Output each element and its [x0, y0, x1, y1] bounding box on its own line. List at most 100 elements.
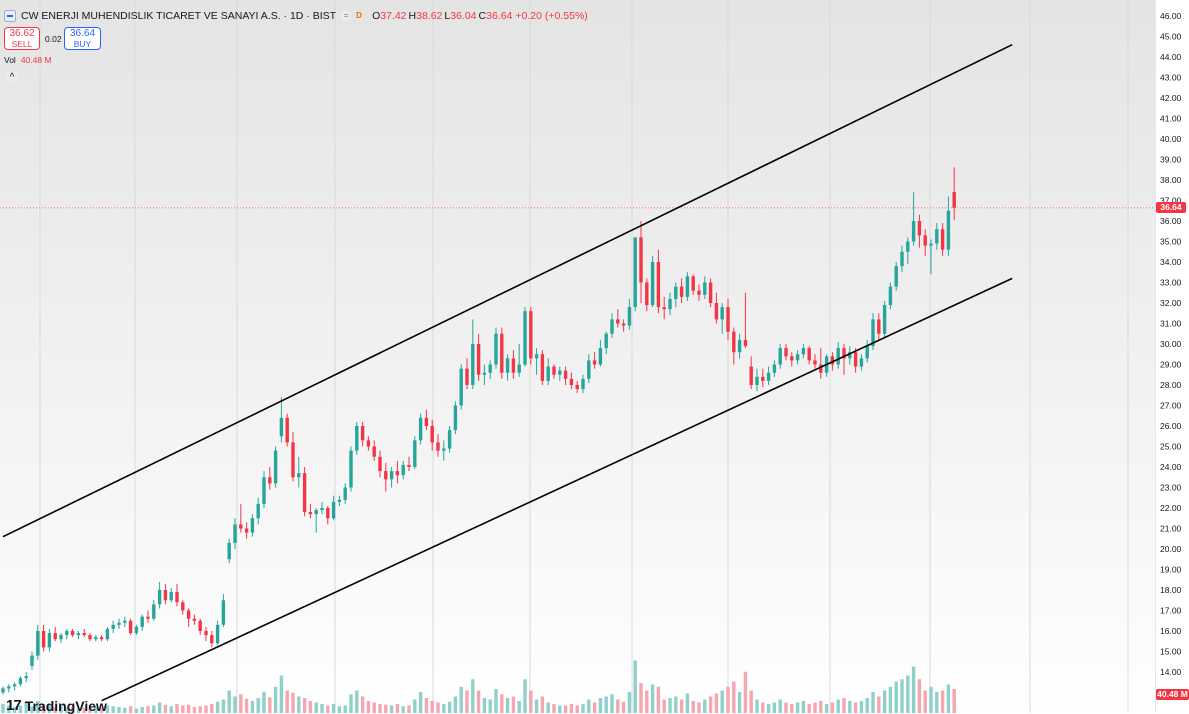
volume-bar [853, 702, 858, 713]
candle-body [221, 600, 226, 625]
candle-body [558, 370, 562, 375]
price-tick-label: 32.00 [1160, 298, 1182, 308]
volume-bar [1, 704, 5, 713]
volume-bar [337, 706, 342, 713]
candle-body [442, 448, 446, 451]
volume-bar [923, 690, 927, 713]
volume-bar [935, 692, 939, 713]
volume-bar [772, 702, 777, 713]
candle-body [407, 464, 411, 467]
volume-bar [784, 702, 788, 713]
price-tick-label: 34.00 [1160, 257, 1182, 267]
volume-bar [146, 706, 150, 713]
candle-body [146, 616, 150, 619]
volume-bar [389, 705, 394, 713]
candle-body [761, 376, 765, 381]
sell-button[interactable]: 36.62 SELL [4, 27, 40, 50]
volume-bar [297, 696, 301, 713]
candle-body [772, 364, 777, 373]
candle-body [592, 360, 597, 365]
price-tick-label: 41.00 [1160, 114, 1182, 124]
volume-bar [807, 704, 811, 713]
candle-body [82, 633, 86, 636]
change-value: +0.20 (+0.55%) [515, 10, 588, 22]
volume-bar [598, 698, 603, 713]
spread-value: 0.02 [45, 34, 62, 44]
candle-body [59, 635, 63, 640]
volume-bar [453, 696, 458, 713]
buy-label: BUY [73, 39, 92, 49]
volume-bar [471, 679, 475, 713]
price-tick-label: 45.00 [1160, 32, 1182, 42]
candle-body [1, 688, 5, 693]
volume-bar [186, 704, 191, 713]
price-tick-label: 26.00 [1160, 421, 1182, 431]
volume-bar [819, 701, 823, 713]
candle-body [720, 307, 724, 320]
volume-bar [679, 699, 684, 713]
volume-tag: 40.48 M [1156, 689, 1189, 700]
volume-label: Vol [4, 55, 16, 65]
candle-body [540, 354, 545, 381]
candle-body [650, 262, 655, 306]
price-chart[interactable] [0, 0, 1155, 713]
volume-bar [848, 701, 852, 713]
price-tick-label: 44.00 [1160, 52, 1182, 62]
volume-bar [494, 689, 498, 713]
volume-bar [279, 675, 284, 713]
collapse-chevron-icon[interactable]: ^ [6, 72, 18, 84]
equals-icon[interactable]: = [341, 11, 352, 21]
volume-bar [563, 705, 568, 713]
candle-body [314, 510, 318, 515]
price-tick-label: 24.00 [1160, 462, 1182, 472]
volume-bar [546, 702, 550, 713]
candle-body [569, 378, 574, 385]
candle-body [250, 518, 255, 533]
candle-body [877, 319, 881, 334]
candle-body [70, 631, 75, 636]
volume-bar [430, 701, 434, 713]
price-axis[interactable]: 46.00 45.00 44.00 43.00 42.00 41.00 40.00 39.00… [1155, 0, 1189, 713]
volume-bar [871, 692, 875, 713]
dividend-badge[interactable]: D [354, 11, 364, 21]
price-tick-label: 28.00 [1160, 380, 1182, 390]
candle-body [378, 456, 382, 472]
volume-bar [256, 698, 260, 713]
candle-body [639, 237, 643, 283]
volume-bar [465, 690, 469, 713]
candle-body [674, 286, 678, 299]
candle-body [500, 333, 504, 373]
volume-bar [737, 692, 742, 713]
volume-bar [175, 704, 179, 713]
brand-name: TradingView [24, 697, 107, 714]
volume-bar [685, 693, 690, 713]
volume-bar [349, 694, 353, 713]
candle-body [552, 366, 556, 375]
candle-body [36, 631, 40, 656]
tradingview-logo[interactable]: 17 TradingView [6, 697, 107, 714]
volume-value: 40.48 M [20, 55, 52, 65]
chart-pane[interactable] [0, 0, 1155, 713]
candle-body [175, 592, 179, 603]
candle-body [476, 344, 481, 375]
volume-bar [708, 696, 713, 713]
volume-bar [778, 699, 782, 713]
symbol-title[interactable]: CW ENERJI MUHENDISLIK TICARET VE SANAYI … [21, 10, 336, 22]
candle-body [795, 354, 800, 361]
price-tick-label: 36.00 [1160, 216, 1182, 226]
volume-bar [639, 683, 643, 713]
volume-bar [442, 704, 446, 713]
candle-body [766, 372, 771, 381]
last-price-tag: 36.64 [1156, 202, 1186, 214]
buy-button[interactable]: 36.64 BUY [64, 27, 101, 50]
price-tick-label: 31.00 [1160, 319, 1182, 329]
candle-body [169, 592, 173, 601]
volume-bar [621, 701, 626, 713]
candle-body [244, 528, 249, 533]
candle-body [894, 266, 898, 287]
volume-legend[interactable]: Vol 40.48 M [4, 55, 52, 65]
candle-body [911, 221, 916, 242]
volume-bar [894, 681, 898, 713]
candle-body [186, 610, 191, 619]
volume-bar [790, 704, 794, 713]
